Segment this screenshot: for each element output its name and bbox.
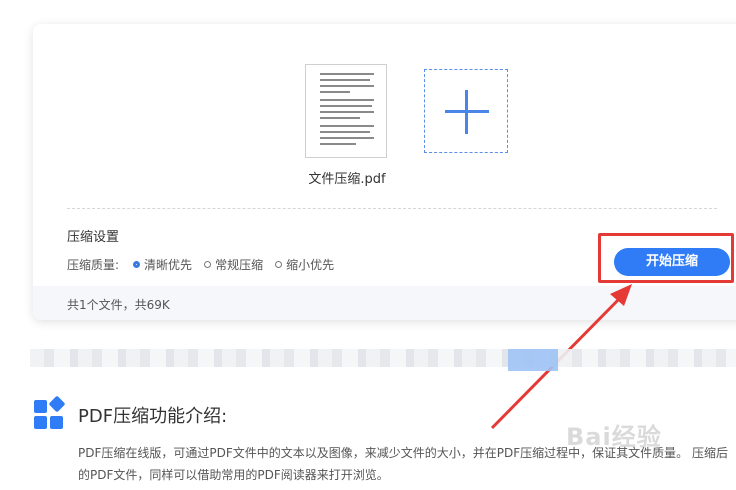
radio-clear-first[interactable]: 清晰优先: [133, 256, 192, 273]
blurred-content-accent: [508, 349, 558, 371]
radio-dot-icon: [204, 260, 212, 268]
settings-title: 压缩设置: [67, 230, 120, 245]
add-file-button[interactable]: [424, 69, 508, 153]
radio-smallest[interactable]: 缩小优先: [275, 256, 334, 273]
radio-label: 常规压缩: [215, 257, 264, 272]
pdf-file-thumbnail[interactable]: [305, 64, 387, 158]
radio-dot-icon: [275, 260, 283, 268]
divider: [67, 208, 717, 209]
radio-dot-icon: [133, 260, 141, 268]
feature-grid-icon: [34, 396, 65, 429]
file-name: 文件压缩.pdf: [308, 172, 386, 187]
quality-label: 压缩质量:: [67, 257, 120, 272]
intro-title: PDF压缩功能介绍:: [78, 406, 228, 427]
radio-label: 缩小优先: [286, 257, 335, 272]
blurred-content: [30, 349, 736, 367]
summary-bar: 共1个文件，共69K: [33, 286, 736, 320]
quality-row: 压缩质量: 清晰优先 常规压缩 缩小优先: [67, 256, 346, 272]
watermark-logo: Bai经验: [566, 423, 662, 451]
radio-normal[interactable]: 常规压缩: [204, 256, 263, 273]
annotation-highlight-box: [598, 233, 734, 283]
file-summary: 共1个文件，共69K: [67, 298, 170, 312]
radio-label: 清晰优先: [144, 257, 193, 272]
